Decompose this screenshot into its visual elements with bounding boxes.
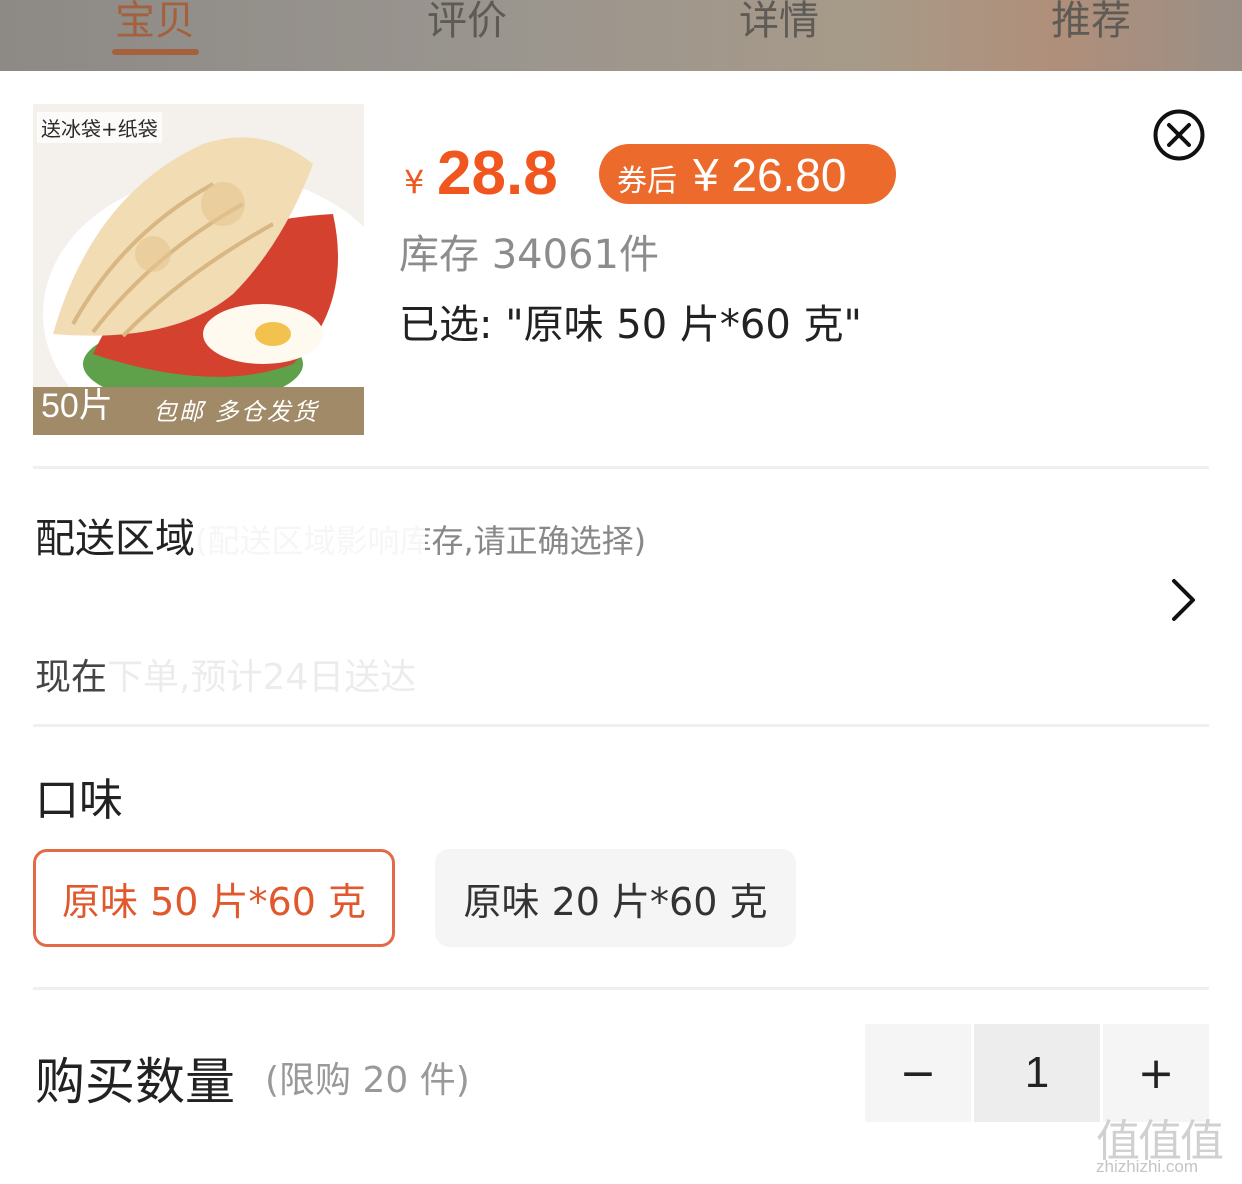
price-currency: ¥ <box>404 163 425 201</box>
close-button[interactable] <box>1153 109 1205 161</box>
quantity-limit: (限购 20 件) <box>265 1060 470 1101</box>
tab-reviews[interactable]: 评价 <box>427 0 507 46</box>
selected-variant: 已选: "原味 50 片*60 克" <box>399 302 862 348</box>
quantity-title: 购买数量 <box>35 1053 235 1111</box>
tab-details[interactable]: 详情 <box>739 0 819 46</box>
site-watermark: 值值值 zhizhizhi.com <box>1096 1105 1236 1180</box>
image-shipping-tag: 包邮 多仓发货 <box>153 398 319 426</box>
quantity-decrease-button[interactable]: − <box>865 1024 971 1122</box>
coupon-value: ¥ 26.80 <box>693 149 847 201</box>
active-tab-indicator <box>112 49 199 55</box>
divider <box>33 466 1209 469</box>
watermark-url: zhizhizhi.com <box>1096 1157 1199 1176</box>
close-circle-icon <box>1153 109 1205 161</box>
redaction-mask <box>33 620 433 658</box>
stock-count: 库存 34061件 <box>399 232 659 278</box>
delivery-title-text: 配送区域 <box>35 516 195 562</box>
tab-recommend[interactable]: 推荐 <box>1051 0 1131 46</box>
flavor-option-50pcs[interactable]: 原味 50 片*60 克 <box>33 849 395 947</box>
redaction-mask <box>195 500 425 562</box>
price: 28.8 <box>437 139 558 208</box>
image-count-label: 50片 <box>41 387 113 425</box>
redaction-mask <box>105 655 435 695</box>
coupon-label: 券后 <box>617 164 677 199</box>
divider <box>33 987 1209 990</box>
product-image: 送冰袋+纸袋 50片 包邮 多仓发货 <box>33 104 364 435</box>
chevron-right-icon[interactable] <box>1168 577 1198 623</box>
tab-item[interactable]: 宝贝 <box>115 0 195 46</box>
divider <box>33 724 1209 727</box>
flavor-section-title: 口味 <box>35 775 123 826</box>
image-promo-badge: 送冰袋+纸袋 <box>37 112 162 143</box>
coupon-price-badge: 券后 ¥ 26.80 <box>599 144 896 204</box>
flavor-option-20pcs[interactable]: 原味 20 片*60 克 <box>435 849 796 947</box>
top-tab-bar: 宝贝 评价 详情 推荐 <box>0 0 1242 71</box>
plus-icon: + <box>1137 1047 1175 1099</box>
minus-icon: − <box>899 1047 937 1099</box>
quantity-input[interactable]: 1 <box>974 1024 1100 1122</box>
